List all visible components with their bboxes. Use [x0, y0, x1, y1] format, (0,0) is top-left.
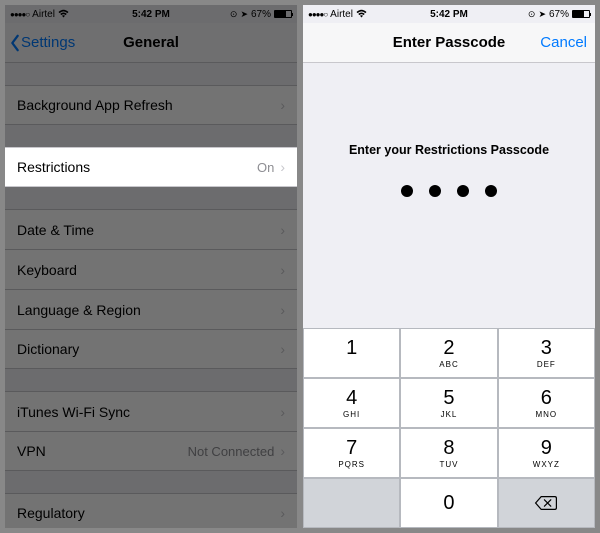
vpn-value: Not Connected — [188, 444, 275, 459]
key-0[interactable]: 0 — [400, 478, 497, 528]
status-bar: ●●●●○ Airtel 5:42 PM ⊙ ➤ 67% — [303, 5, 595, 23]
enter-passcode-screen: ●●●●○ Airtel 5:42 PM ⊙ ➤ 67% Enter Passc… — [303, 5, 595, 528]
passcode-dot — [457, 185, 469, 197]
key-9[interactable]: 9WXYZ — [498, 428, 595, 478]
row-language-region[interactable]: Language & Region › — [5, 289, 297, 329]
row-background-app-refresh[interactable]: Background App Refresh › — [5, 85, 297, 125]
cancel-button[interactable]: Cancel — [540, 34, 587, 51]
numeric-keypad: 1 2ABC 3DEF 4GHI 5JKL 6MNO 7PQRS 8TUV 9W… — [303, 328, 595, 528]
row-date-time[interactable]: Date & Time › — [5, 209, 297, 249]
chevron-right-icon: › — [280, 443, 285, 459]
prompt-text: Enter your Restrictions Passcode — [303, 143, 595, 157]
chevron-right-icon: › — [280, 97, 285, 113]
key-5[interactable]: 5JKL — [400, 378, 497, 428]
navbar-title: Enter Passcode — [393, 34, 506, 51]
statusbar-time: 5:42 PM — [5, 9, 297, 20]
navbar: Enter Passcode Cancel — [303, 23, 595, 63]
key-6[interactable]: 6MNO — [498, 378, 595, 428]
restrictions-value: On — [257, 160, 274, 175]
prompt-area: Enter your Restrictions Passcode — [303, 63, 595, 197]
back-button[interactable]: Settings — [9, 34, 75, 52]
row-vpn[interactable]: VPN Not Connected › — [5, 431, 297, 471]
row-keyboard[interactable]: Keyboard › — [5, 249, 297, 289]
statusbar-time: 5:42 PM — [303, 9, 595, 20]
passcode-dots — [303, 185, 595, 197]
key-3[interactable]: 3DEF — [498, 328, 595, 378]
row-dictionary[interactable]: Dictionary › — [5, 329, 297, 369]
key-2[interactable]: 2ABC — [400, 328, 497, 378]
status-bar: ●●●●○ Airtel 5:42 PM ⊙ ➤ 67% — [5, 5, 297, 23]
navbar-title: General — [123, 34, 179, 51]
chevron-left-icon — [9, 34, 21, 52]
backspace-icon — [534, 494, 558, 512]
row-regulatory[interactable]: Regulatory › — [5, 493, 297, 528]
key-4[interactable]: 4GHI — [303, 378, 400, 428]
key-delete[interactable] — [498, 478, 595, 528]
key-7[interactable]: 7PQRS — [303, 428, 400, 478]
chevron-right-icon: › — [280, 159, 285, 175]
battery-icon — [572, 10, 590, 18]
chevron-right-icon: › — [280, 341, 285, 357]
battery-icon — [274, 10, 292, 18]
row-itunes-wifi-sync[interactable]: iTunes Wi-Fi Sync › — [5, 391, 297, 431]
chevron-right-icon: › — [280, 222, 285, 238]
chevron-right-icon: › — [280, 505, 285, 521]
back-label: Settings — [21, 34, 75, 51]
chevron-right-icon: › — [280, 404, 285, 420]
passcode-dot — [429, 185, 441, 197]
key-1[interactable]: 1 — [303, 328, 400, 378]
passcode-dot — [401, 185, 413, 197]
navbar: Settings General — [5, 23, 297, 63]
chevron-right-icon: › — [280, 262, 285, 278]
key-8[interactable]: 8TUV — [400, 428, 497, 478]
key-blank — [303, 478, 400, 528]
chevron-right-icon: › — [280, 302, 285, 318]
settings-general-screen: ●●●●○ Airtel 5:42 PM ⊙ ➤ 67% Settings Ge… — [5, 5, 297, 528]
row-restrictions[interactable]: Restrictions On › — [5, 147, 297, 187]
passcode-dot — [485, 185, 497, 197]
